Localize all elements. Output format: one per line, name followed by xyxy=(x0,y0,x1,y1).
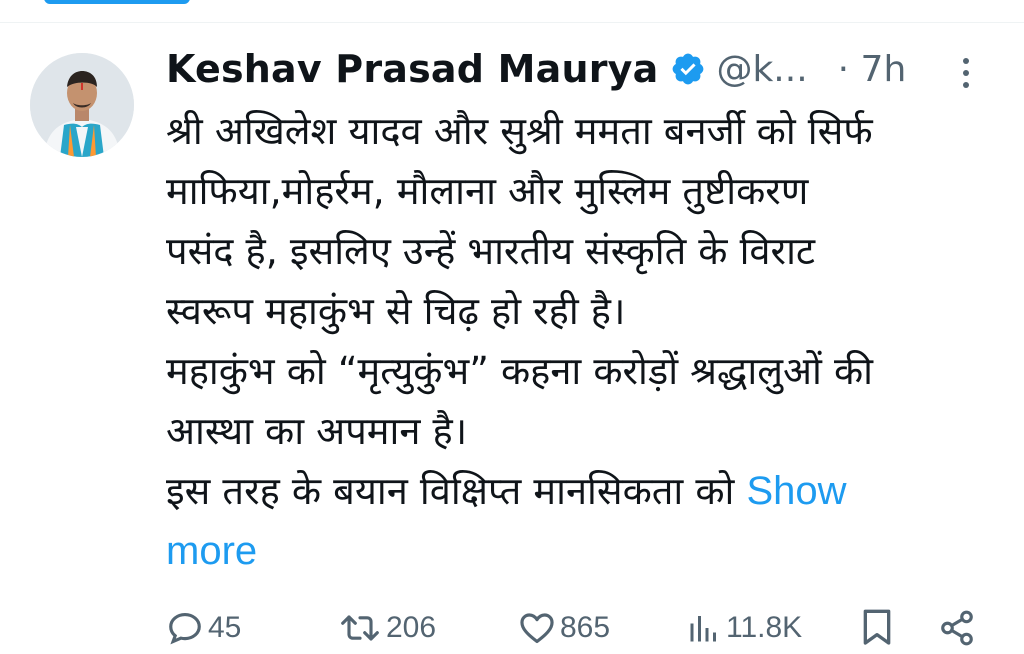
show-more-link[interactable]: Show xyxy=(746,469,846,513)
reply-icon xyxy=(166,609,204,647)
show-more-link-continued[interactable]: more xyxy=(166,529,257,573)
reply-count: 45 xyxy=(208,611,242,644)
tweet-line: श्री अखिलेश यादव और सुश्री ममता बनर्जी क… xyxy=(166,109,873,153)
avatar-image xyxy=(30,53,134,157)
tweet-line: पसंद है, इसलिए उन्हें भारतीय संस्कृति के… xyxy=(166,229,816,273)
tweet-line: महाकुंभ को “मृत्युकुंभ” कहना करोड़ों श्र… xyxy=(166,349,873,393)
time-value: 7h xyxy=(860,48,907,90)
views-button[interactable]: 11.8K xyxy=(686,603,802,653)
bookmark-button[interactable] xyxy=(860,603,894,653)
avatar[interactable] xyxy=(30,53,134,157)
tweet-header: Keshav Prasad Maurya @k... · 7h xyxy=(166,43,996,95)
like-count: 865 xyxy=(560,611,611,644)
tweet[interactable]: Keshav Prasad Maurya @k... · 7h श्री अखि… xyxy=(0,23,1024,654)
repost-button[interactable]: 206 xyxy=(338,603,436,653)
share-button[interactable] xyxy=(938,603,976,653)
reply-button[interactable]: 45 xyxy=(166,603,241,653)
repost-icon xyxy=(338,609,382,647)
show-more-line: more xyxy=(166,521,996,581)
analytics-icon xyxy=(686,609,722,647)
more-options-icon[interactable] xyxy=(956,53,976,93)
tweet-timestamp[interactable]: · 7h xyxy=(838,49,907,90)
top-tab-indicator xyxy=(44,0,190,4)
tweet-actions: 45 206 865 11.8K xyxy=(166,603,996,653)
author-handle[interactable]: @k... xyxy=(716,49,807,90)
bookmark-icon xyxy=(860,608,894,648)
tweet-line: माफिया,मोहर्रम, मौलाना और मुस्लिम तुष्टी… xyxy=(166,169,809,213)
like-button[interactable]: 865 xyxy=(518,603,610,653)
verified-badge-icon[interactable] xyxy=(670,51,706,87)
tweet-text: श्री अखिलेश यादव और सुश्री ममता बनर्जी क… xyxy=(166,101,996,581)
author-name[interactable]: Keshav Prasad Maurya xyxy=(166,47,658,91)
tweet-line: स्वरूप महाकुंभ से चिढ़ हो रही है। xyxy=(166,289,626,333)
top-strip xyxy=(0,0,1024,23)
time-separator: · xyxy=(837,48,850,90)
share-icon xyxy=(938,609,976,647)
tweet-line: आस्था का अपमान है। xyxy=(166,409,468,453)
repost-count: 206 xyxy=(386,611,437,644)
tweet-line-last: इस तरह के बयान विक्षिप्त मानसिकता को Sho… xyxy=(166,461,996,521)
view-count: 11.8K xyxy=(726,611,803,644)
heart-icon xyxy=(518,609,556,647)
tweet-line-text: इस तरह के बयान विक्षिप्त मानसिकता को xyxy=(166,469,735,513)
